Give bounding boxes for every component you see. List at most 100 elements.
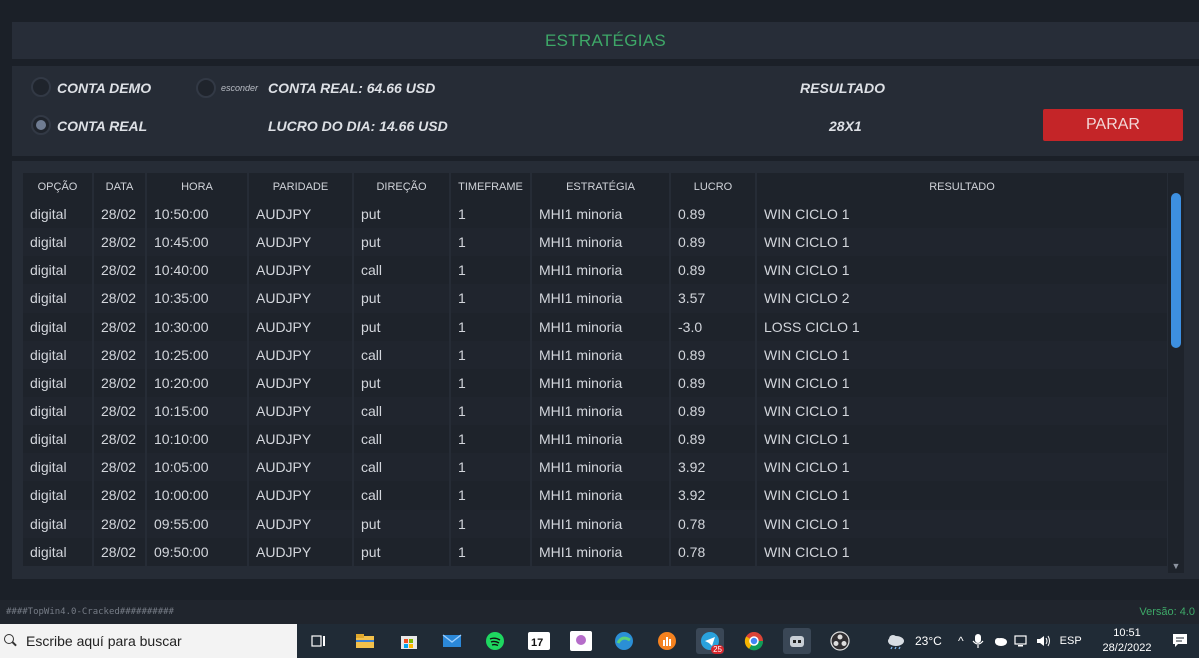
table-cell: 28/02 [93,509,147,538]
table-cell: call [353,425,451,454]
chrome-icon[interactable] [740,628,768,654]
store-icon[interactable] [395,628,423,654]
table-row[interactable]: digital 28/02 09:50:00 AUDJPY put 1 MHI1 minor… [23,537,1169,566]
table-row[interactable]: digital 28/02 10:30:00 AUDJPY put 1 MHI1 minor… [23,312,1169,341]
table-row[interactable]: digital 28/02 10:40:00 AUDJPY call 1 MHI1 mino… [23,256,1169,285]
table-cell: 1 [450,200,532,229]
table-row[interactable]: digital 28/02 10:45:00 AUDJPY put 1 MHI1 minor… [23,228,1169,257]
scroll-down-icon[interactable]: ▼ [1170,561,1182,571]
table-cell: 28/02 [93,256,147,285]
table-cell: AUDJPY [248,481,354,510]
column-header[interactable]: PARIDADE [248,173,354,200]
microphone-icon[interactable] [972,633,984,649]
scrollbar-thumb[interactable] [1171,193,1181,348]
table-row[interactable]: digital 28/02 10:05:00 AUDJPY call 1 MHI1 mino… [23,453,1169,482]
table-row[interactable]: digital 28/02 10:25:00 AUDJPY call 1 MHI1 mino… [23,340,1169,369]
table-cell: 1 [450,228,532,257]
table-cell: MHI1 minoria [531,200,671,229]
telegram-icon[interactable]: 25 [696,628,724,654]
table-cell: 1 [450,509,532,538]
table-cell: put [353,228,451,257]
weather-widget[interactable]: 23°C [885,624,942,658]
table-cell: WIN CICLO 1 [756,509,1169,538]
column-header[interactable]: LUCRO [670,173,757,200]
table-body: digital 28/02 10:50:00 AUDJPY put 1 MHI1 minor… [23,200,1169,566]
table-cell: 0.78 [670,509,757,538]
table-cell: digital [23,200,94,229]
table-cell: digital [23,481,94,510]
obs-icon[interactable] [826,628,854,654]
table-cell: MHI1 minoria [531,396,671,426]
app-icon-purple[interactable] [567,628,595,654]
task-view-icon[interactable] [305,628,333,654]
table-cell: WIN CICLO 1 [756,396,1169,426]
column-header[interactable]: OPÇÃO [23,173,94,200]
mail-icon[interactable] [438,628,466,654]
weather-cloud-icon [888,635,904,650]
column-header[interactable]: ESTRATÉGIA [531,173,671,200]
windows-taskbar: 17 25 23°C ^ ESP 10:51 28/2/2022 [0,624,1199,658]
table-row[interactable]: digital 28/02 09:55:00 AUDJPY put 1 MHI1 minor… [23,509,1169,538]
column-header[interactable]: HORA [146,173,249,200]
table-cell: AUDJPY [248,228,354,257]
table-cell: MHI1 minoria [531,509,671,538]
table-cell: 0.89 [670,425,757,454]
table-row[interactable]: digital 28/02 10:15:00 AUDJPY call 1 MHI1 mino… [23,396,1169,426]
radio-conta-real[interactable] [31,115,51,135]
table-cell: digital [23,284,94,313]
taskbar-search[interactable] [0,624,297,658]
table-cell: 1 [450,537,532,566]
tradingview-icon[interactable]: 17 [525,628,553,654]
table-cell: 1 [450,368,532,397]
table-cell: put [353,200,451,229]
network-icon[interactable] [1014,634,1030,648]
table-cell: 3.57 [670,284,757,313]
chevron-up-icon[interactable]: ^ [958,634,964,648]
title-band: ESTRATÉGIAS [12,22,1199,59]
table-cell: MHI1 minoria [531,256,671,285]
table-cell: AUDJPY [248,284,354,313]
column-header[interactable]: DATA [93,173,147,200]
table-cell: AUDJPY [248,453,354,482]
column-header[interactable]: TIMEFRAME [450,173,532,200]
column-header[interactable]: DIREÇÃO [353,173,451,200]
table-row[interactable]: digital 28/02 10:35:00 AUDJPY put 1 MHI1 minor… [23,284,1169,313]
table-row[interactable]: digital 28/02 10:00:00 AUDJPY call 1 MHI1 mino… [23,481,1169,510]
column-header[interactable]: RESULTADO [756,173,1169,200]
stop-button[interactable]: PARAR [1043,109,1183,141]
spotify-icon[interactable] [481,628,509,654]
trades-table: OPÇÃO DATA HORA PARIDADE DIREÇÃO TIMEFRAME EST… [23,173,1169,566]
volume-icon[interactable] [1036,634,1052,648]
taskbar-search-input[interactable] [26,633,286,649]
table-cell: 28/02 [93,537,147,566]
table-cell: digital [23,368,94,397]
table-cell: 0.89 [670,256,757,285]
edge-icon[interactable] [610,628,638,654]
table-cell: WIN CICLO 1 [756,425,1169,454]
daily-profit-label: LUCRO DO DIA: 14.66 USD [268,118,448,134]
file-explorer-icon[interactable] [351,628,379,654]
table-cell: put [353,284,451,313]
table-row[interactable]: digital 28/02 10:50:00 AUDJPY put 1 MHI1 minor… [23,200,1169,229]
radio-esconder[interactable] [196,78,216,98]
table-cell: 1 [450,396,532,426]
notification-center-icon[interactable] [1166,628,1194,654]
page-title: ESTRATÉGIAS [544,30,667,50]
table-cell: 28/02 [93,312,147,341]
table-cell: digital [23,537,94,566]
table-cell: call [353,256,451,285]
robot-app-icon[interactable] [783,628,811,654]
table-row[interactable]: digital 28/02 10:10:00 AUDJPY call 1 MHI1 mino… [23,425,1169,454]
table-cell: MHI1 minoria [531,228,671,257]
table-row[interactable]: digital 28/02 10:20:00 AUDJPY put 1 MHI1 minor… [23,368,1169,397]
table-cell: MHI1 minoria [531,284,671,313]
chart-app-icon[interactable] [653,628,681,654]
taskbar-clock[interactable]: 10:51 28/2/2022 [1096,626,1158,656]
onedrive-icon[interactable] [992,635,1008,647]
radio-conta-demo[interactable] [31,77,51,97]
table-cell: AUDJPY [248,368,354,397]
table-cell: 09:55:00 [146,509,249,538]
vertical-scrollbar[interactable]: ▼ [1168,173,1184,573]
table-cell: 1 [450,425,532,454]
language-indicator[interactable]: ESP [1060,635,1082,647]
